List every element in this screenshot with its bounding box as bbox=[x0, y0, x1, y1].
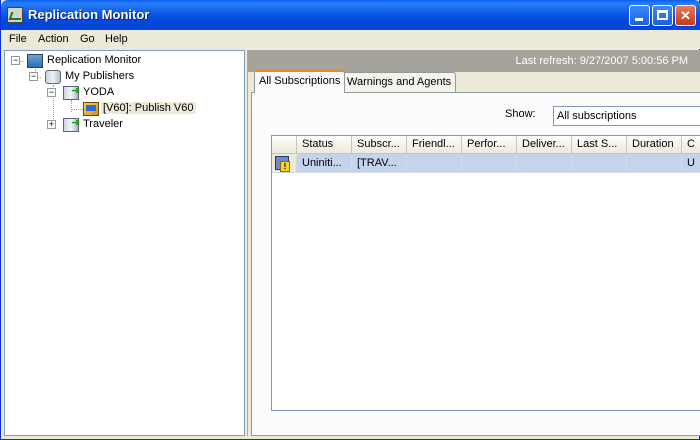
cell-delivery bbox=[517, 154, 572, 173]
column-duration[interactable]: Duration bbox=[627, 136, 682, 154]
collapse-icon[interactable]: − bbox=[47, 88, 56, 97]
monitor-icon bbox=[27, 54, 43, 68]
app-window: Replication Monitor ✕ File Action Go Hel… bbox=[0, 0, 700, 440]
tree-item-publication[interactable]: [V60]: Publish V60 bbox=[81, 101, 241, 117]
cell-last-sync bbox=[572, 154, 627, 173]
tree-label: YODA bbox=[83, 86, 115, 98]
column-c[interactable]: C bbox=[682, 136, 700, 154]
navigation-tree[interactable]: − Replication Monitor − My Publishers − … bbox=[4, 50, 245, 436]
column-friendly-name[interactable]: Friendl... bbox=[407, 136, 462, 154]
cell-subscription: [TRAV... bbox=[352, 154, 407, 173]
show-dropdown[interactable]: All subscriptions bbox=[553, 106, 700, 126]
maximize-icon bbox=[657, 10, 668, 20]
tree-item-traveler[interactable]: + Traveler bbox=[45, 116, 225, 133]
last-refresh-text: Last refresh: 9/27/2007 5:00:56 PM bbox=[515, 55, 688, 67]
minimize-button[interactable] bbox=[629, 5, 650, 26]
menu-bar: File Action Go Help bbox=[1, 30, 700, 49]
column-performance[interactable]: Perfor... bbox=[462, 136, 517, 154]
column-subscription[interactable]: Subscr... bbox=[352, 136, 407, 154]
publication-icon bbox=[83, 102, 99, 116]
column-status[interactable]: Status bbox=[297, 136, 352, 154]
expand-icon[interactable]: + bbox=[47, 120, 56, 129]
table-row[interactable]: Uniniti... [TRAV... U bbox=[272, 154, 700, 173]
cell-friendly-name bbox=[407, 154, 462, 173]
menu-action[interactable]: Action bbox=[38, 33, 69, 45]
cell-c: U bbox=[682, 154, 700, 173]
cell-duration bbox=[627, 154, 682, 173]
server-icon bbox=[63, 84, 80, 100]
menu-file[interactable]: File bbox=[9, 33, 27, 45]
tree-item-replication-monitor[interactable]: − Replication Monitor bbox=[9, 53, 209, 69]
window-title: Replication Monitor bbox=[28, 7, 150, 22]
refresh-status-bar: Last refresh: 9/27/2007 5:00:56 PM bbox=[248, 50, 700, 72]
tree-label: Replication Monitor bbox=[47, 54, 142, 66]
close-button[interactable]: ✕ bbox=[675, 5, 696, 26]
menu-help[interactable]: Help bbox=[105, 33, 128, 45]
warning-icon bbox=[275, 156, 290, 172]
title-bar[interactable]: Replication Monitor ✕ bbox=[1, 0, 700, 30]
tree-connector bbox=[71, 100, 72, 112]
database-group-icon bbox=[45, 70, 61, 84]
tree-label: [V60]: Publish V60 bbox=[101, 102, 196, 114]
tab-all-subscriptions[interactable]: All Subscriptions bbox=[254, 70, 346, 93]
close-icon: ✕ bbox=[680, 8, 691, 23]
maximize-button[interactable] bbox=[652, 5, 673, 26]
minimize-icon bbox=[635, 18, 643, 21]
row-header-corner bbox=[272, 136, 297, 154]
replication-monitor-icon bbox=[7, 7, 23, 23]
collapse-icon[interactable]: − bbox=[11, 56, 20, 65]
grid-header: Status Subscr... Friendl... Perfor... De… bbox=[272, 136, 700, 154]
column-delivery[interactable]: Deliver... bbox=[517, 136, 572, 154]
details-pane: Last refresh: 9/27/2007 5:00:56 PM All S… bbox=[247, 50, 700, 436]
cell-status: Uniniti... bbox=[297, 154, 352, 173]
tab-warnings-and-agents[interactable]: Warnings and Agents bbox=[342, 72, 457, 93]
row-status-cell bbox=[272, 154, 297, 173]
tree-item-my-publishers[interactable]: − My Publishers bbox=[27, 69, 227, 85]
menu-go[interactable]: Go bbox=[80, 33, 95, 45]
tree-label: Traveler bbox=[83, 118, 123, 130]
server-icon bbox=[63, 116, 80, 132]
cell-performance bbox=[462, 154, 517, 173]
show-label: Show: bbox=[505, 108, 536, 120]
tree-label: My Publishers bbox=[65, 70, 135, 82]
collapse-icon[interactable]: − bbox=[29, 72, 38, 81]
tree-item-yoda[interactable]: − YODA bbox=[45, 84, 225, 101]
column-last-sync[interactable]: Last S... bbox=[572, 136, 627, 154]
subscriptions-grid[interactable]: Status Subscr... Friendl... Perfor... De… bbox=[271, 135, 700, 411]
